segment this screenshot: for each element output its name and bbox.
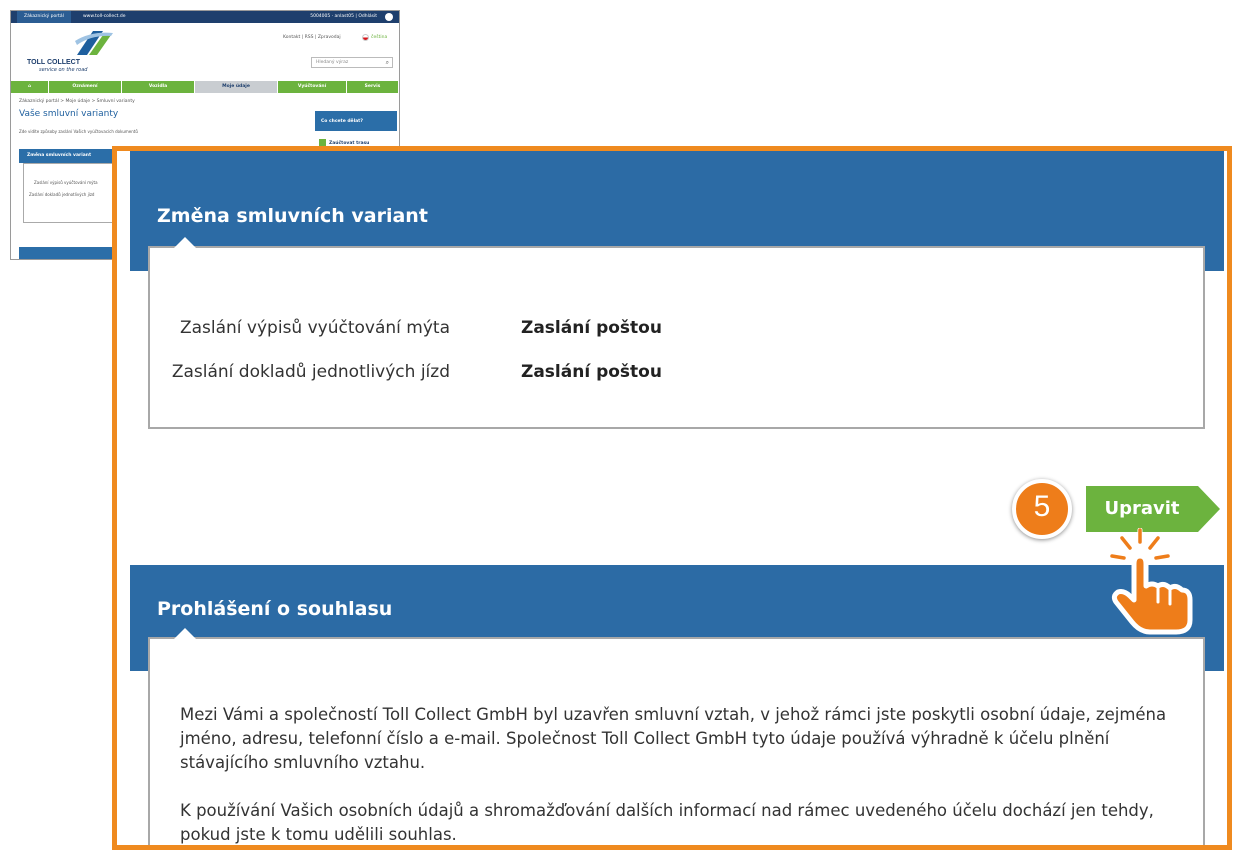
- search-input[interactable]: Hledaný výraz ⌕: [311, 57, 393, 68]
- contract-panel-title: Změna smluvních variant: [157, 205, 428, 227]
- logo-tagline: service on the road: [39, 67, 88, 73]
- consent-panel-card: Mezi Vámi a společností Toll Collect Gmb…: [148, 628, 1205, 845]
- sidebar-item-route[interactable]: Zaúčtovat trasu: [319, 139, 369, 146]
- row-label-toll-statement: Zaslání výpisů vyúčtování mýta: [179, 318, 450, 338]
- row-label-trip-receipts: Zaslání dokladů jednotlivých jízd: [171, 362, 450, 382]
- pointing-hand-icon: [1109, 528, 1193, 635]
- contract-panel-card: Zaslání výpisů vyúčtování mýta Zaslání p…: [148, 237, 1205, 429]
- page-subtitle: Zde vidíte způsoby zaslání Vašich vyúčto…: [19, 129, 138, 134]
- main-navigation: ⌂ Oznámení Vozidla Moje údaje Vyúčtování…: [11, 81, 399, 93]
- top-bar: Zákaznický portál www.toll-collect.de 50…: [11, 11, 399, 23]
- consent-paragraph: Mezi Vámi a společností Toll Collect Gmb…: [180, 705, 1167, 772]
- card-notch: [174, 237, 196, 248]
- meta-links[interactable]: Kontakt | RSS | Zpravodaj: [283, 35, 341, 40]
- edit-button-label: Upravit: [1104, 498, 1180, 519]
- logo-name: TOLL COLLECT: [27, 59, 81, 66]
- consent-panel-title: Prohlášení o souhlasu: [157, 598, 393, 620]
- nav-item-my-data[interactable]: Moje údaje: [195, 81, 278, 93]
- home-icon[interactable]: ⌂: [11, 81, 49, 93]
- sidebar-heading: Co chcete dělat?: [315, 111, 397, 131]
- search-placeholder: Hledaný výraz: [316, 60, 349, 65]
- user-info[interactable]: 5004005 · anlast05 | Odhlásit: [310, 14, 377, 19]
- row-value-toll-statement: Zaslání poštou: [521, 318, 662, 338]
- thumb-row-label: Zaslání dokladů jednotlivých jízd: [29, 192, 95, 197]
- thumb-row-label: Zaslání výpisů vyúčtování mýta: [34, 180, 98, 185]
- breadcrumb: Zákaznický portál > Moje údaje > Smluvní…: [19, 99, 135, 104]
- card-notch: [174, 628, 196, 639]
- nav-item-notifications[interactable]: Oznámení: [49, 81, 122, 93]
- czech-flag-icon: [362, 34, 369, 41]
- nav-item-vehicles[interactable]: Vozidla: [122, 81, 195, 93]
- toll-collect-logo: [75, 31, 113, 55]
- portal-tab[interactable]: Zákaznický portál: [17, 11, 71, 23]
- nav-item-service[interactable]: Servis: [347, 81, 399, 93]
- page-title: Vaše smluvní varianty: [19, 109, 119, 119]
- search-icon[interactable]: ⌕: [386, 59, 389, 67]
- site-link[interactable]: www.toll-collect.de: [83, 14, 126, 19]
- step-number: 5: [1033, 490, 1051, 523]
- edit-button[interactable]: Upravit: [1086, 486, 1221, 532]
- user-icon[interactable]: [385, 13, 393, 21]
- row-value-trip-receipts: Zaslání poštou: [521, 362, 662, 382]
- nav-item-billing[interactable]: Vyúčtování: [278, 81, 347, 93]
- consent-paragraph: K používání Vašich osobních údajů a shro…: [180, 801, 1154, 844]
- language-select[interactable]: čeština: [371, 35, 387, 40]
- step-number-badge: 5: [1012, 479, 1072, 539]
